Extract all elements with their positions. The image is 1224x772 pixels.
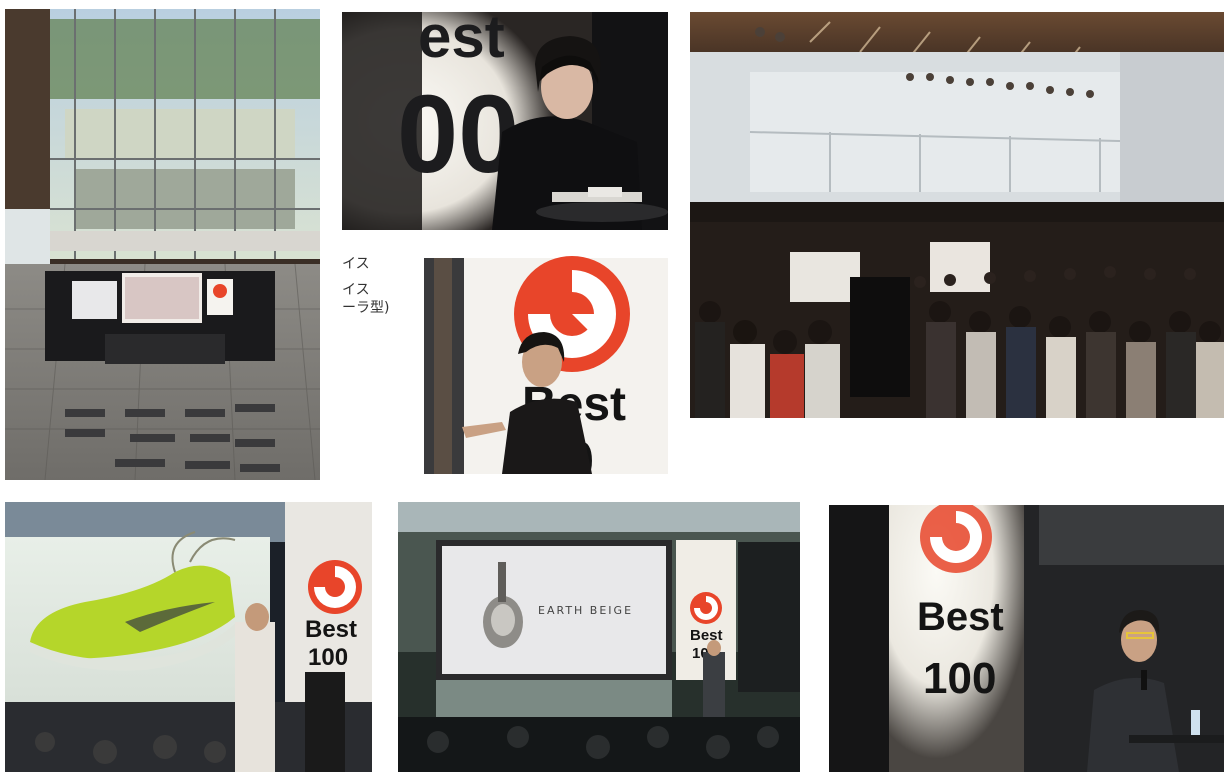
photo-vacuum-talk: EARTH BEIGE Best 10 <box>398 502 800 772</box>
photo-atrium-overview <box>5 9 320 480</box>
logo-text-1: Best <box>917 595 1004 639</box>
logo-text-2: 100 <box>308 644 348 671</box>
photo-audience-hall <box>690 12 1224 418</box>
side-text-1: イス <box>342 256 370 272</box>
logo-text-1: Best <box>305 616 357 643</box>
side-text-3: ーラ型) <box>342 300 389 316</box>
side-text-2: イス <box>342 282 370 298</box>
slide-text: EARTH BEIGE <box>538 604 633 617</box>
backdrop-text-top: est <box>418 12 505 70</box>
photo-sneaker-talk: Best 100 <box>5 502 372 772</box>
photo-speaker-woman: est 00 <box>342 12 668 230</box>
photo-speaker-man: イス イス ーラ型) Best 00 <box>342 252 668 474</box>
photo-spotlight-talk: Best 100 <box>829 505 1224 772</box>
logo-text-2: 100 <box>923 654 996 703</box>
